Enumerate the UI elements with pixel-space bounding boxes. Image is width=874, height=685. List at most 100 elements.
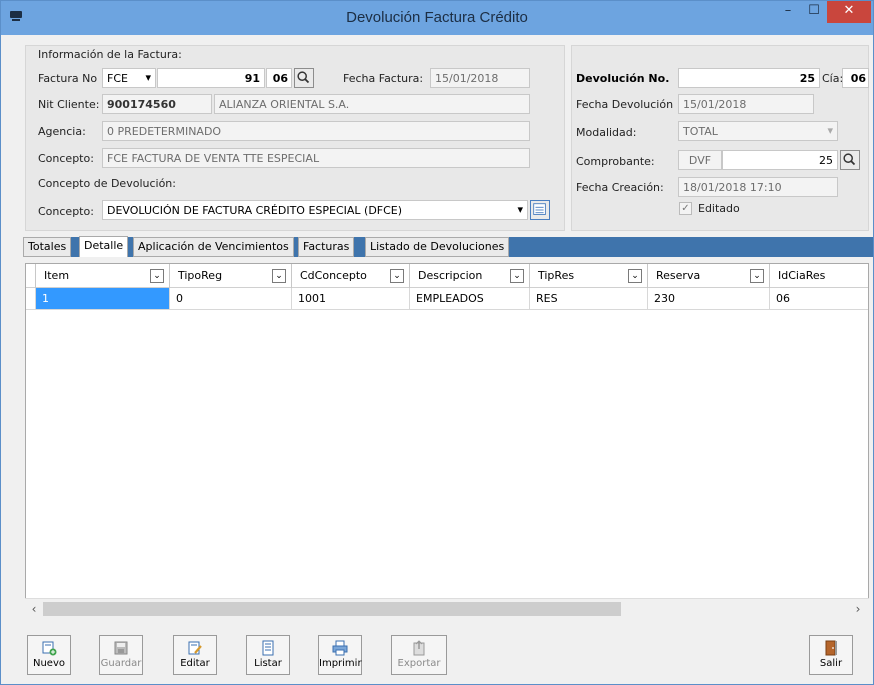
devolucion-cia-input[interactable]: 06 — [842, 68, 869, 88]
modalidad-label: Modalidad: — [576, 126, 637, 139]
concepto-list-button[interactable] — [530, 200, 550, 220]
column-header-item[interactable]: Item ⌄ — [36, 264, 170, 288]
imprimir-button[interactable]: Imprimir — [318, 635, 362, 675]
factura-numero-input[interactable]: 91 — [157, 68, 265, 88]
fecha-factura-label: Fecha Factura: — [343, 72, 424, 85]
salir-button[interactable]: Salir — [809, 635, 853, 675]
tab-totales[interactable]: Totales — [23, 237, 72, 257]
tab-listado-devoluciones[interactable]: Listado de Devoluciones — [365, 237, 510, 257]
devolucion-cia-label: Cía: — [822, 72, 844, 85]
listar-button[interactable]: Listar — [246, 635, 290, 675]
table-cell[interactable]: 1 — [36, 288, 170, 310]
table-cell[interactable]: 06 — [770, 288, 868, 310]
minimize-button[interactable]: – — [775, 1, 801, 23]
list-icon — [533, 203, 546, 215]
title-bar: Devolución Factura Crédito – ☐ ✕ — [1, 1, 873, 35]
editado-checkbox[interactable]: ✓ — [679, 202, 692, 215]
table-cell[interactable]: RES — [530, 288, 648, 310]
concepto-devolucion-title: Concepto de Devolución: — [38, 177, 176, 190]
magnifier-icon — [843, 153, 856, 166]
fecha-devolucion-label: Fecha Devolución — [576, 98, 674, 111]
scrollbar-thumb[interactable] — [43, 602, 621, 616]
chevron-down-icon: ▾ — [517, 203, 523, 216]
scroll-left-icon[interactable]: ‹ — [27, 601, 41, 617]
main-window: Devolución Factura Crédito – ☐ ✕ Informa… — [0, 0, 874, 685]
nit-label: Nit Cliente: — [38, 98, 100, 111]
modalidad-value: TOTAL — [683, 125, 718, 138]
column-header-reserva[interactable]: Reserva ⌄ — [648, 264, 770, 288]
table-cell[interactable]: 230 — [648, 288, 770, 310]
window-title: Devolución Factura Crédito — [346, 9, 528, 26]
concepto-label: Concepto: — [38, 152, 94, 165]
modalidad-select: TOTAL ▾ — [678, 121, 838, 141]
column-header-tiporeg[interactable]: TipoReg ⌄ — [170, 264, 292, 288]
export-icon — [413, 640, 425, 656]
tab-aplicacion-vencimientos[interactable]: Aplicación de Vencimientos — [133, 237, 294, 257]
column-header-descripcion[interactable]: Descripcion ⌄ — [410, 264, 530, 288]
printer-icon — [332, 640, 348, 656]
concepto-devolucion-value: DEVOLUCIÓN DE FACTURA CRÉDITO ESPECIAL (… — [107, 204, 403, 217]
save-icon — [114, 641, 128, 655]
factura-no-label: Factura No — [38, 72, 98, 85]
grid-row-header — [26, 264, 36, 288]
comprobante-numero-input[interactable]: 25 — [722, 150, 838, 170]
factura-cia-input[interactable]: 06 — [266, 68, 292, 88]
maximize-button[interactable]: ☐ — [801, 1, 827, 23]
close-button[interactable]: ✕ — [827, 1, 871, 23]
chevron-down-icon: ▾ — [145, 71, 151, 84]
tab-facturas[interactable]: Facturas — [298, 237, 355, 257]
chevron-down-icon[interactable]: ⌄ — [628, 269, 642, 283]
tab-detalle[interactable]: Detalle — [79, 236, 129, 257]
comprobante-tipo-field: DVF — [678, 150, 722, 170]
factura-tipo-select[interactable]: FCE ▾ — [102, 68, 156, 88]
new-document-icon — [42, 641, 57, 656]
detalle-grid: Item ⌄ TipoReg ⌄ CdConcepto ⌄ Descripcion ⌄ … — [25, 263, 869, 618]
table-cell[interactable]: 0 — [170, 288, 292, 310]
fecha-creacion-field: 18/01/2018 17:10 — [678, 177, 838, 197]
factura-panel: Información de la Factura: Factura No FC… — [25, 45, 565, 231]
chevron-down-icon[interactable]: ⌄ — [150, 269, 164, 283]
table-cell[interactable]: EMPLEADOS — [410, 288, 530, 310]
agencia-field: 0 PREDETERMINADO — [102, 121, 530, 141]
exportar-button[interactable]: Exportar — [391, 635, 447, 675]
bottom-toolbar: Nuevo Guardar Editar Listar Imprimir Exp… — [1, 627, 873, 684]
chevron-down-icon[interactable]: ⌄ — [510, 269, 524, 283]
fecha-factura-field: 15/01/2018 — [430, 68, 530, 88]
magnifier-icon — [297, 71, 310, 84]
list-icon — [262, 640, 274, 656]
devolucion-no-input[interactable]: 25 — [678, 68, 820, 88]
factura-search-button[interactable] — [294, 68, 314, 88]
guardar-button[interactable]: Guardar — [99, 635, 143, 675]
chevron-down-icon[interactable]: ⌄ — [750, 269, 764, 283]
exit-door-icon — [825, 640, 837, 656]
factura-section-title: Información de la Factura: — [38, 48, 182, 61]
chevron-down-icon: ▾ — [827, 124, 833, 137]
cliente-field: ALIANZA ORIENTAL S.A. — [214, 94, 530, 114]
fecha-creacion-label: Fecha Creación: — [576, 181, 664, 194]
comprobante-label: Comprobante: — [576, 155, 655, 168]
nit-field: 900174560 — [102, 94, 212, 114]
factura-tipo-value: FCE — [107, 72, 128, 85]
column-header-idciares[interactable]: IdCiaRes — [770, 264, 868, 288]
agencia-label: Agencia: — [38, 125, 86, 138]
edit-icon — [188, 641, 202, 655]
concepto-devolucion-label: Concepto: — [38, 205, 94, 218]
chevron-down-icon[interactable]: ⌄ — [390, 269, 404, 283]
table-row[interactable]: 1 0 1001 EMPLEADOS RES 230 06 — [26, 288, 868, 310]
concepto-field: FCE FACTURA DE VENTA TTE ESPECIAL — [102, 148, 530, 168]
fecha-devolucion-field: 15/01/2018 — [678, 94, 814, 114]
editar-button[interactable]: Editar — [173, 635, 217, 675]
table-cell[interactable]: 1001 — [292, 288, 410, 310]
concepto-devolucion-select[interactable]: DEVOLUCIÓN DE FACTURA CRÉDITO ESPECIAL (… — [102, 200, 528, 220]
comprobante-search-button[interactable] — [840, 150, 860, 170]
column-header-tipres[interactable]: TipRes ⌄ — [530, 264, 648, 288]
scroll-right-icon[interactable]: › — [851, 601, 865, 617]
grid-row-header — [26, 288, 36, 310]
horizontal-scrollbar[interactable]: ‹ › — [25, 598, 869, 618]
column-header-cdconcepto[interactable]: CdConcepto ⌄ — [292, 264, 410, 288]
devolucion-no-label: Devolución No. — [576, 72, 670, 85]
nuevo-button[interactable]: Nuevo — [27, 635, 71, 675]
editado-label: Editado — [698, 202, 740, 215]
grid-header: Item ⌄ TipoReg ⌄ CdConcepto ⌄ Descripcion ⌄ … — [26, 264, 868, 288]
chevron-down-icon[interactable]: ⌄ — [272, 269, 286, 283]
